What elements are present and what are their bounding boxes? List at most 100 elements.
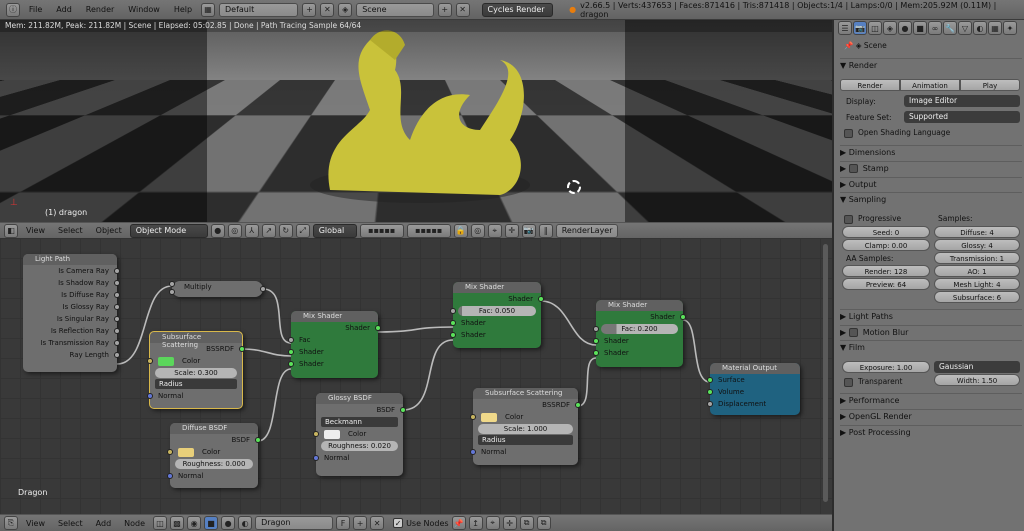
compositing-tree-icon[interactable]: ◉ <box>187 516 202 530</box>
render-layers-tab-icon[interactable]: ◫ <box>868 21 882 35</box>
radius-select[interactable]: Radius <box>478 435 573 445</box>
aa-preview-field[interactable]: Preview: 64 <box>842 278 930 290</box>
mode-select[interactable]: Object Mode <box>129 223 208 238</box>
scale-field[interactable]: Scale: 1.000 <box>478 424 573 434</box>
menu-add[interactable]: Add <box>51 5 77 14</box>
filter-type-select[interactable]: Gaussian <box>934 361 1020 373</box>
shader-input[interactable]: Shader <box>593 335 683 347</box>
subsurface-scattering-node-1[interactable]: Subsurface Scattering BSSRDF Color Scale… <box>147 331 245 409</box>
menu-window[interactable]: Window <box>123 5 165 14</box>
output-socket[interactable]: Shader <box>291 322 381 334</box>
editor-type-properties-icon[interactable]: ☰ <box>838 21 852 35</box>
render-button[interactable]: Render <box>840 79 900 91</box>
output-socket[interactable]: Is Reflection Ray <box>23 325 120 337</box>
material-tab-icon[interactable]: ◐ <box>973 21 987 35</box>
layers-grid-1[interactable]: ▪▪▪▪▪ <box>359 223 404 238</box>
aa-render-field[interactable]: Render: 128 <box>842 265 930 277</box>
output-socket[interactable]: Ray Length <box>23 349 120 361</box>
panel-stamp-header[interactable]: ▶ Stamp <box>840 161 1022 175</box>
vertical-scrollbar[interactable] <box>823 244 828 502</box>
output-socket[interactable]: BSSRDF <box>150 343 245 355</box>
add-material-button[interactable]: + <box>353 516 368 530</box>
seed-field[interactable]: Seed: 0 <box>842 226 930 238</box>
subsurface-samples-field[interactable]: Subsurface: 6 <box>934 291 1020 303</box>
editor-type-3d-icon[interactable]: ◧ <box>4 223 18 238</box>
shader-input[interactable]: Shader <box>450 329 541 341</box>
pin-icon[interactable]: 📌 <box>451 516 466 530</box>
modifiers-tab-icon[interactable]: 🔧 <box>943 21 957 35</box>
panel-performance-header[interactable]: ▶ Performance <box>840 393 1022 407</box>
world-tab-icon[interactable]: ● <box>898 21 912 35</box>
snap-node-icon[interactable]: ✛ <box>502 516 517 530</box>
feature-set-select[interactable]: Supported <box>904 111 1020 123</box>
color-swatch[interactable] <box>178 447 194 457</box>
copy-nodes-icon[interactable]: ⧉ <box>519 516 534 530</box>
clamp-field[interactable]: Clamp: 0.00 <box>842 239 930 251</box>
material-field[interactable]: Dragon <box>255 516 334 530</box>
subsurface-scattering-node-2[interactable]: Subsurface Scattering BSSRDF Color Scale… <box>470 388 581 465</box>
paste-nodes-icon[interactable]: ⧉ <box>536 516 551 530</box>
pause-icon[interactable]: ‖ <box>538 223 553 238</box>
use-nodes-checkbox[interactable]: ✓ Use Nodes <box>393 518 449 528</box>
normal-input[interactable]: Normal <box>470 446 578 458</box>
screen-layout-field[interactable]: Default <box>218 2 299 17</box>
roughness-field[interactable]: Roughness: 0.020 <box>321 441 398 451</box>
mix-shader-node-1[interactable]: Mix Shader Shader Fac Shader Shader <box>288 311 381 378</box>
data-tab-icon[interactable]: ▽ <box>958 21 972 35</box>
add-screen-button[interactable]: + <box>302 2 317 17</box>
object-shader-icon[interactable]: ■ <box>204 516 219 530</box>
menu-view[interactable]: View <box>21 226 50 235</box>
distribution-select[interactable]: Beckmann <box>321 417 398 427</box>
shading-icon[interactable]: ● <box>210 223 225 238</box>
diffuse-samples-field[interactable]: Diffuse: 4 <box>934 226 1020 238</box>
scene-tab-icon[interactable]: ◈ <box>883 21 897 35</box>
orientation-select[interactable]: Global <box>312 223 357 238</box>
constraints-tab-icon[interactable]: ∞ <box>928 21 942 35</box>
output-socket[interactable]: Is Glossy Ray <box>23 301 120 313</box>
menu-select[interactable]: Select <box>53 519 88 528</box>
lock-layers-icon[interactable]: 🔒 <box>453 223 468 238</box>
color-input[interactable]: Color <box>167 446 258 458</box>
unlink-material-button[interactable]: ✕ <box>370 516 385 530</box>
editor-type-info-icon[interactable]: ⓘ <box>6 2 20 17</box>
diffuse-bsdf-node[interactable]: Diffuse BSDF BSDF Color Roughness: 0.000… <box>167 423 261 488</box>
translate-icon[interactable]: ↗ <box>261 223 276 238</box>
menu-add[interactable]: Add <box>91 519 117 528</box>
shader-tree-icon[interactable]: ◫ <box>153 516 168 530</box>
progressive-checkbox[interactable]: Progressive <box>844 214 901 224</box>
texture-tree-icon[interactable]: ▩ <box>170 516 185 530</box>
texture-tab-icon[interactable]: ▦ <box>988 21 1002 35</box>
particles-tab-icon[interactable]: ✦ <box>1003 21 1017 35</box>
layers-grid-2[interactable]: ▪▪▪▪▪ <box>406 223 451 238</box>
object-tab-icon[interactable]: ■ <box>913 21 927 35</box>
shader-input[interactable]: Shader <box>593 347 683 359</box>
filter-width-field[interactable]: Width: 1.50 <box>934 374 1020 386</box>
fac-slider[interactable]: Fac: 0.200 <box>601 324 678 334</box>
scale-field[interactable]: Scale: 0.300 <box>155 368 237 378</box>
world-shader-icon[interactable]: ● <box>221 516 236 530</box>
glossy-bsdf-node[interactable]: Glossy BSDF BSDF Beckmann Color Roughnes… <box>313 393 406 476</box>
output-socket[interactable]: Is Shadow Ray <box>23 277 120 289</box>
output-socket[interactable]: Is Transmission Ray <box>23 337 120 349</box>
output-socket[interactable] <box>260 286 266 292</box>
snap-target-icon[interactable]: ✛ <box>504 223 519 238</box>
scale-icon[interactable]: ⤢ <box>295 223 310 238</box>
output-socket[interactable]: Is Singular Ray <box>23 313 120 325</box>
play-button[interactable]: Play <box>960 79 1020 91</box>
output-socket[interactable]: BSDF <box>316 404 406 416</box>
glossy-samples-field[interactable]: Glossy: 4 <box>934 239 1020 251</box>
ao-samples-field[interactable]: AO: 1 <box>934 265 1020 277</box>
displacement-input[interactable]: Displacement <box>707 398 800 410</box>
rotate-icon[interactable]: ↻ <box>278 223 293 238</box>
delete-screen-button[interactable]: ✕ <box>320 2 335 17</box>
output-socket[interactable]: Shader <box>453 293 544 305</box>
radius-select[interactable]: Radius <box>155 379 237 389</box>
exposure-field[interactable]: Exposure: 1.00 <box>842 361 930 373</box>
fac-input[interactable]: Fac <box>288 334 378 346</box>
panel-sampling-header[interactable]: ▼ Sampling <box>840 192 1022 206</box>
normal-input[interactable]: Normal <box>147 390 242 402</box>
proportional-edit-icon[interactable]: ◎ <box>470 223 485 238</box>
shader-input[interactable]: Shader <box>450 317 541 329</box>
render-engine-select[interactable]: Cycles Render <box>481 2 554 17</box>
snap-icon[interactable]: ⌖ <box>485 516 500 530</box>
